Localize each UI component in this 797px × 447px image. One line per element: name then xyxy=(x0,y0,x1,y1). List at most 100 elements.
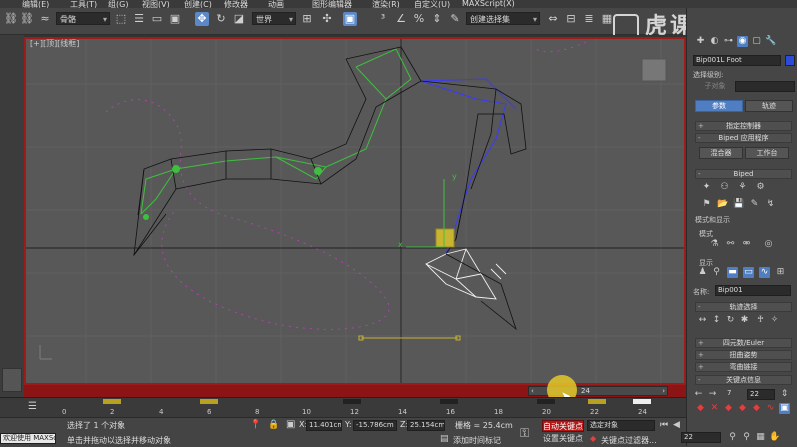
key-frame-field[interactable]: 22 xyxy=(747,389,775,400)
footstep-mode-icon[interactable]: ⚇ xyxy=(719,182,730,193)
object-color-swatch[interactable] xyxy=(785,55,795,66)
select-move-icon[interactable]: ✥ xyxy=(195,12,209,26)
unlink-icon[interactable]: ⛓ xyxy=(20,12,34,26)
maxscript-listener[interactable]: 欢迎使用 MAXSc xyxy=(0,433,56,444)
rollout-quaternion-euler[interactable]: 四元数/Euler xyxy=(695,338,792,348)
reference-coordinate-dropdown[interactable]: 世界 xyxy=(252,12,296,26)
set-key-icon[interactable]: ⚿ xyxy=(520,426,529,441)
show-footsteps-icon[interactable]: ⚲ xyxy=(711,267,722,278)
time-slider-prev-icon[interactable]: ‹ xyxy=(531,387,534,395)
select-scale-icon[interactable]: ◪ xyxy=(232,12,246,26)
buffer-mode-icon[interactable]: ⚗ xyxy=(709,239,720,250)
mixer-button[interactable]: 混合器 xyxy=(699,147,743,159)
track-bar-menu-icon[interactable]: ☰ xyxy=(28,401,37,412)
tab-params[interactable]: 参数 xyxy=(695,100,743,112)
open-file-icon[interactable]: 📂 xyxy=(717,199,728,210)
set-sliding-key-icon[interactable]: ◆ xyxy=(737,403,748,414)
lock-com-keying-icon[interactable]: ✱ xyxy=(739,315,750,326)
body-rotation-icon[interactable]: ↻ xyxy=(725,315,736,326)
menu-create[interactable]: 创建(C) xyxy=(184,0,212,8)
tab-trajectories[interactable]: 轨迹 xyxy=(745,100,793,112)
layer-manager-icon[interactable]: ≣ xyxy=(582,12,596,26)
y-coordinate-field[interactable]: -15.786cm xyxy=(353,420,397,431)
auto-key-button[interactable]: 自动关键点 xyxy=(542,420,584,432)
rollout-twist-poses[interactable]: 扭曲姿势 xyxy=(695,350,792,360)
prev-key-icon[interactable]: ← xyxy=(693,389,704,400)
select-by-name-icon[interactable]: ☰ xyxy=(132,12,146,26)
opposite-icon[interactable]: ✧ xyxy=(769,315,780,326)
isolate-icon[interactable]: 📍 xyxy=(250,420,261,430)
percent-snap-icon[interactable]: % xyxy=(412,12,426,26)
zoom-icon[interactable]: ⚲ xyxy=(727,432,738,443)
mixer-mode-icon[interactable]: ⚙ xyxy=(755,182,766,193)
x-coordinate-field[interactable]: 11.401cm xyxy=(306,420,342,431)
keyframe-marker[interactable] xyxy=(200,399,218,404)
angle-snap-icon[interactable]: ∠ xyxy=(394,12,408,26)
sub-object-dropdown[interactable] xyxy=(735,81,795,92)
select-rotate-icon[interactable]: ↻ xyxy=(214,12,228,26)
key-mode-toggle-icon[interactable]: ▣ xyxy=(779,403,790,414)
workbench-button[interactable]: 工作台 xyxy=(745,147,789,159)
menu-maxscript[interactable]: MAXScript(X) xyxy=(462,0,515,8)
rollout-biped-apps[interactable]: Biped 应用程序 xyxy=(695,133,792,143)
snaps-toggle-icon[interactable]: ³ xyxy=(376,12,390,26)
utilities-tab-icon[interactable]: 🔧 xyxy=(765,36,776,47)
selection-filter-dropdown[interactable]: 骨骼 xyxy=(56,12,110,26)
save-file-icon[interactable]: 💾 xyxy=(733,199,744,210)
mirror-icon[interactable]: ⇔ xyxy=(546,12,560,26)
named-selection-sets-dropdown[interactable]: 创建选择集 xyxy=(466,12,540,26)
load-file-icon[interactable]: ⚑ xyxy=(701,199,712,210)
align-icon[interactable]: ⊟ xyxy=(564,12,578,26)
twist-links-icon[interactable]: ▬ xyxy=(727,267,738,278)
create-tab-icon[interactable]: ✚ xyxy=(695,36,706,47)
prev-frame-icon[interactable]: ◀ xyxy=(673,420,680,430)
lock-selection-icon[interactable]: 🔒 xyxy=(268,420,279,430)
figure-mode-icon[interactable]: ✦ xyxy=(701,182,712,193)
hierarchy-tab-icon[interactable]: ⊶ xyxy=(723,36,734,47)
zoom-extents-icon[interactable]: ▦ xyxy=(755,432,766,443)
sub-object-button[interactable]: 子对象 xyxy=(699,81,731,92)
rect-selection-icon[interactable]: ▭ xyxy=(150,12,164,26)
keyframe-marker[interactable] xyxy=(440,399,458,404)
select-object-icon[interactable]: ⬚ xyxy=(114,12,128,26)
menu-animation[interactable]: 动画 xyxy=(268,0,284,8)
motion-tab-icon[interactable]: ◉ xyxy=(737,36,748,47)
go-to-start-icon[interactable]: ⏮ xyxy=(660,420,668,430)
link-icon[interactable]: ⛓ xyxy=(4,12,18,26)
objects-display-icon[interactable]: ♟ xyxy=(697,267,708,278)
display-tab-icon[interactable]: ▢ xyxy=(751,36,762,47)
key-spinner-icon[interactable]: ⇕ xyxy=(779,389,790,400)
set-planted-key-icon[interactable]: ◆ xyxy=(723,403,734,414)
current-frame-field[interactable]: 22 xyxy=(681,432,721,443)
set-key-button[interactable]: 设置关键点 xyxy=(542,433,584,445)
symmetrical-icon[interactable]: ♰ xyxy=(755,315,766,326)
key-number-field[interactable]: 7 xyxy=(725,389,745,400)
object-name-field[interactable]: Bip001L Foot xyxy=(693,55,781,66)
keyframe-marker[interactable] xyxy=(103,399,121,404)
absolute-mode-icon[interactable]: ▣ xyxy=(286,419,295,430)
menu-graph-editors[interactable]: 图形编辑器 xyxy=(312,0,352,8)
window-crossing-icon[interactable]: ▣ xyxy=(168,12,182,26)
current-frame-marker[interactable] xyxy=(633,399,651,404)
motion-flow-icon[interactable]: ⚘ xyxy=(737,182,748,193)
add-time-tag[interactable]: 添加时间标记 xyxy=(453,435,501,446)
spinner-snap-icon[interactable]: ⇕ xyxy=(430,12,444,26)
track-bar[interactable]: ☰ 0 2 4 6 8 10 12 14 16 18 20 22 24 xyxy=(0,397,686,418)
trajectories-key-icon[interactable]: ∿ xyxy=(765,403,776,414)
modify-tab-icon[interactable]: ◐ xyxy=(709,36,720,47)
menu-rendering[interactable]: 渲染(R) xyxy=(372,0,400,8)
top-viewport[interactable]: x y xyxy=(24,37,686,385)
key-filters-button[interactable]: 关键点过滤器... xyxy=(601,435,657,446)
preferences-icon[interactable]: ⊞ xyxy=(775,267,786,278)
bind-spacewarp-icon[interactable]: ≈ xyxy=(38,12,52,26)
menu-view[interactable]: 视图(V) xyxy=(142,0,170,8)
move-all-mode-icon[interactable]: ↯ xyxy=(765,199,776,210)
pivot-center-icon[interactable]: ⊞ xyxy=(300,12,314,26)
set-key-red-icon[interactable]: ◆ xyxy=(695,403,706,414)
leg-states-icon[interactable]: ▭ xyxy=(743,267,754,278)
rollout-track-selection[interactable]: 轨迹选择 xyxy=(695,302,792,312)
viewport-label[interactable]: [+][顶][线框] xyxy=(30,38,79,49)
z-coordinate-field[interactable]: 25.154cm xyxy=(407,420,445,431)
menu-group[interactable]: 组(G) xyxy=(108,0,128,8)
select-manipulate-icon[interactable]: ✣ xyxy=(320,12,334,26)
